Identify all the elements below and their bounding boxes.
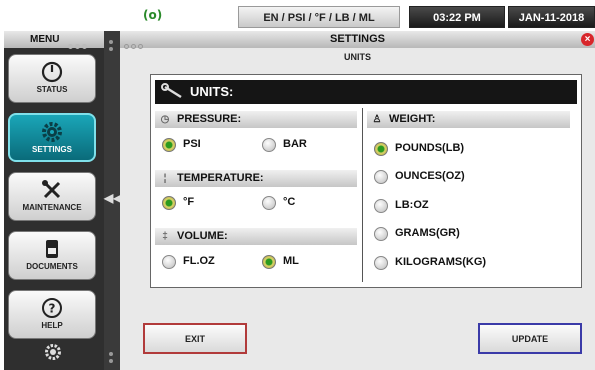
weight-section-header: ♙ WEIGHT: bbox=[367, 111, 570, 128]
update-button[interactable]: UPDATE bbox=[478, 323, 582, 354]
window-title: SETTINGS bbox=[120, 31, 595, 48]
pressure-bar-radio[interactable]: BAR bbox=[262, 136, 332, 154]
clock-date: JAN-11-2018 bbox=[508, 6, 595, 28]
temperature-section-header: ¦ TEMPERATURE: bbox=[155, 170, 357, 187]
status-bar: (o) EN / PSI / °F / LB / ML 03:22 PM JAN… bbox=[0, 0, 595, 31]
radio-label: OUNCES(OZ) bbox=[395, 170, 465, 182]
menu-item-label: HELP bbox=[41, 321, 63, 330]
splitter-dot bbox=[109, 359, 113, 363]
temperature-c-radio[interactable]: °C bbox=[262, 194, 332, 212]
splitter-dot bbox=[109, 40, 113, 44]
radio-label: °C bbox=[283, 196, 296, 208]
radio-label: FL.OZ bbox=[183, 255, 215, 267]
gauge-icon bbox=[41, 61, 63, 83]
help-icon: ? bbox=[42, 298, 62, 318]
menu-item-settings[interactable]: SETTINGS bbox=[8, 113, 96, 162]
pressure-label: PRESSURE: bbox=[177, 113, 242, 125]
svg-text:?: ? bbox=[49, 302, 56, 316]
close-button[interactable]: × bbox=[581, 33, 594, 46]
radio-label: GRAMS(GR) bbox=[395, 227, 460, 239]
document-icon bbox=[46, 240, 58, 258]
menu-item-maintenance[interactable]: MAINTENANCE bbox=[8, 172, 96, 221]
weight-label: WEIGHT: bbox=[389, 113, 436, 125]
column-divider bbox=[362, 108, 363, 282]
splitter-dot bbox=[109, 352, 113, 356]
menu-dots-icon bbox=[68, 36, 92, 49]
volume-icon: ‡ bbox=[162, 231, 168, 242]
volume-floz-radio[interactable]: FL.OZ bbox=[162, 253, 242, 271]
pressure-gauge-icon: ◷ bbox=[160, 114, 170, 125]
weight-icon: ♙ bbox=[372, 114, 382, 125]
radio-indicator bbox=[374, 227, 388, 241]
radio-selected-indicator bbox=[262, 255, 276, 269]
radio-indicator bbox=[262, 196, 276, 210]
tools-icon bbox=[42, 180, 61, 199]
pressure-psi-radio[interactable]: PSI bbox=[162, 136, 232, 154]
menu-item-label: MAINTENANCE bbox=[22, 203, 82, 212]
collapse-menu-icon[interactable]: ◀◀ bbox=[104, 191, 122, 205]
thermometer-icon: ¦ bbox=[163, 173, 167, 184]
radio-selected-indicator bbox=[162, 196, 176, 210]
weight-grams-radio[interactable]: GRAMS(GR) bbox=[374, 225, 514, 243]
gear-icon bbox=[42, 122, 62, 142]
weight-pounds-radio[interactable]: POUNDS(LB) bbox=[374, 140, 514, 158]
radio-indicator bbox=[162, 255, 176, 269]
clock-time: 03:22 PM bbox=[409, 6, 505, 28]
radio-label: BAR bbox=[283, 138, 307, 150]
menu-item-label: SETTINGS bbox=[31, 145, 72, 154]
radio-label: °F bbox=[183, 196, 195, 208]
menu-item-documents[interactable]: DOCUMENTS bbox=[8, 231, 96, 280]
volume-ml-radio[interactable]: ML bbox=[262, 253, 332, 271]
pressure-section-header: ◷ PRESSURE: bbox=[155, 111, 357, 128]
volume-label: VOLUME: bbox=[177, 230, 228, 242]
menu-item-status[interactable]: STATUS bbox=[8, 54, 96, 103]
radio-label: POUNDS(LB) bbox=[395, 142, 465, 154]
radio-label: KILOGRAMS(KG) bbox=[395, 256, 487, 268]
settings-gear-icon[interactable] bbox=[44, 343, 62, 361]
volume-section-header: ‡ VOLUME: bbox=[155, 228, 357, 245]
temperature-f-radio[interactable]: °F bbox=[162, 194, 232, 212]
radio-selected-indicator bbox=[374, 142, 388, 156]
radio-label: ML bbox=[283, 255, 299, 267]
wifi-signal-icon: (o) bbox=[143, 8, 163, 22]
radio-selected-indicator bbox=[162, 138, 176, 152]
weight-kilograms-radio[interactable]: KILOGRAMS(KG) bbox=[374, 254, 534, 272]
menu-item-help[interactable]: ? HELP bbox=[8, 290, 96, 339]
splitter-dot bbox=[109, 47, 113, 51]
radio-indicator bbox=[374, 256, 388, 270]
units-header: UNITS: bbox=[190, 84, 234, 99]
units-summary: EN / PSI / °F / LB / ML bbox=[238, 6, 400, 28]
temperature-label: TEMPERATURE: bbox=[177, 172, 264, 184]
wrench-icon bbox=[161, 83, 182, 99]
radio-label: PSI bbox=[183, 138, 201, 150]
radio-label: LB:OZ bbox=[395, 199, 429, 211]
page-subtitle: UNITS bbox=[344, 52, 371, 62]
menu-item-label: STATUS bbox=[36, 85, 68, 94]
weight-ounces-radio[interactable]: OUNCES(OZ) bbox=[374, 168, 514, 186]
radio-indicator bbox=[374, 199, 388, 213]
radio-indicator bbox=[374, 170, 388, 184]
exit-button[interactable]: EXIT bbox=[143, 323, 247, 354]
menu-item-label: DOCUMENTS bbox=[26, 262, 78, 271]
weight-lboz-radio[interactable]: LB:OZ bbox=[374, 197, 514, 215]
radio-indicator bbox=[262, 138, 276, 152]
